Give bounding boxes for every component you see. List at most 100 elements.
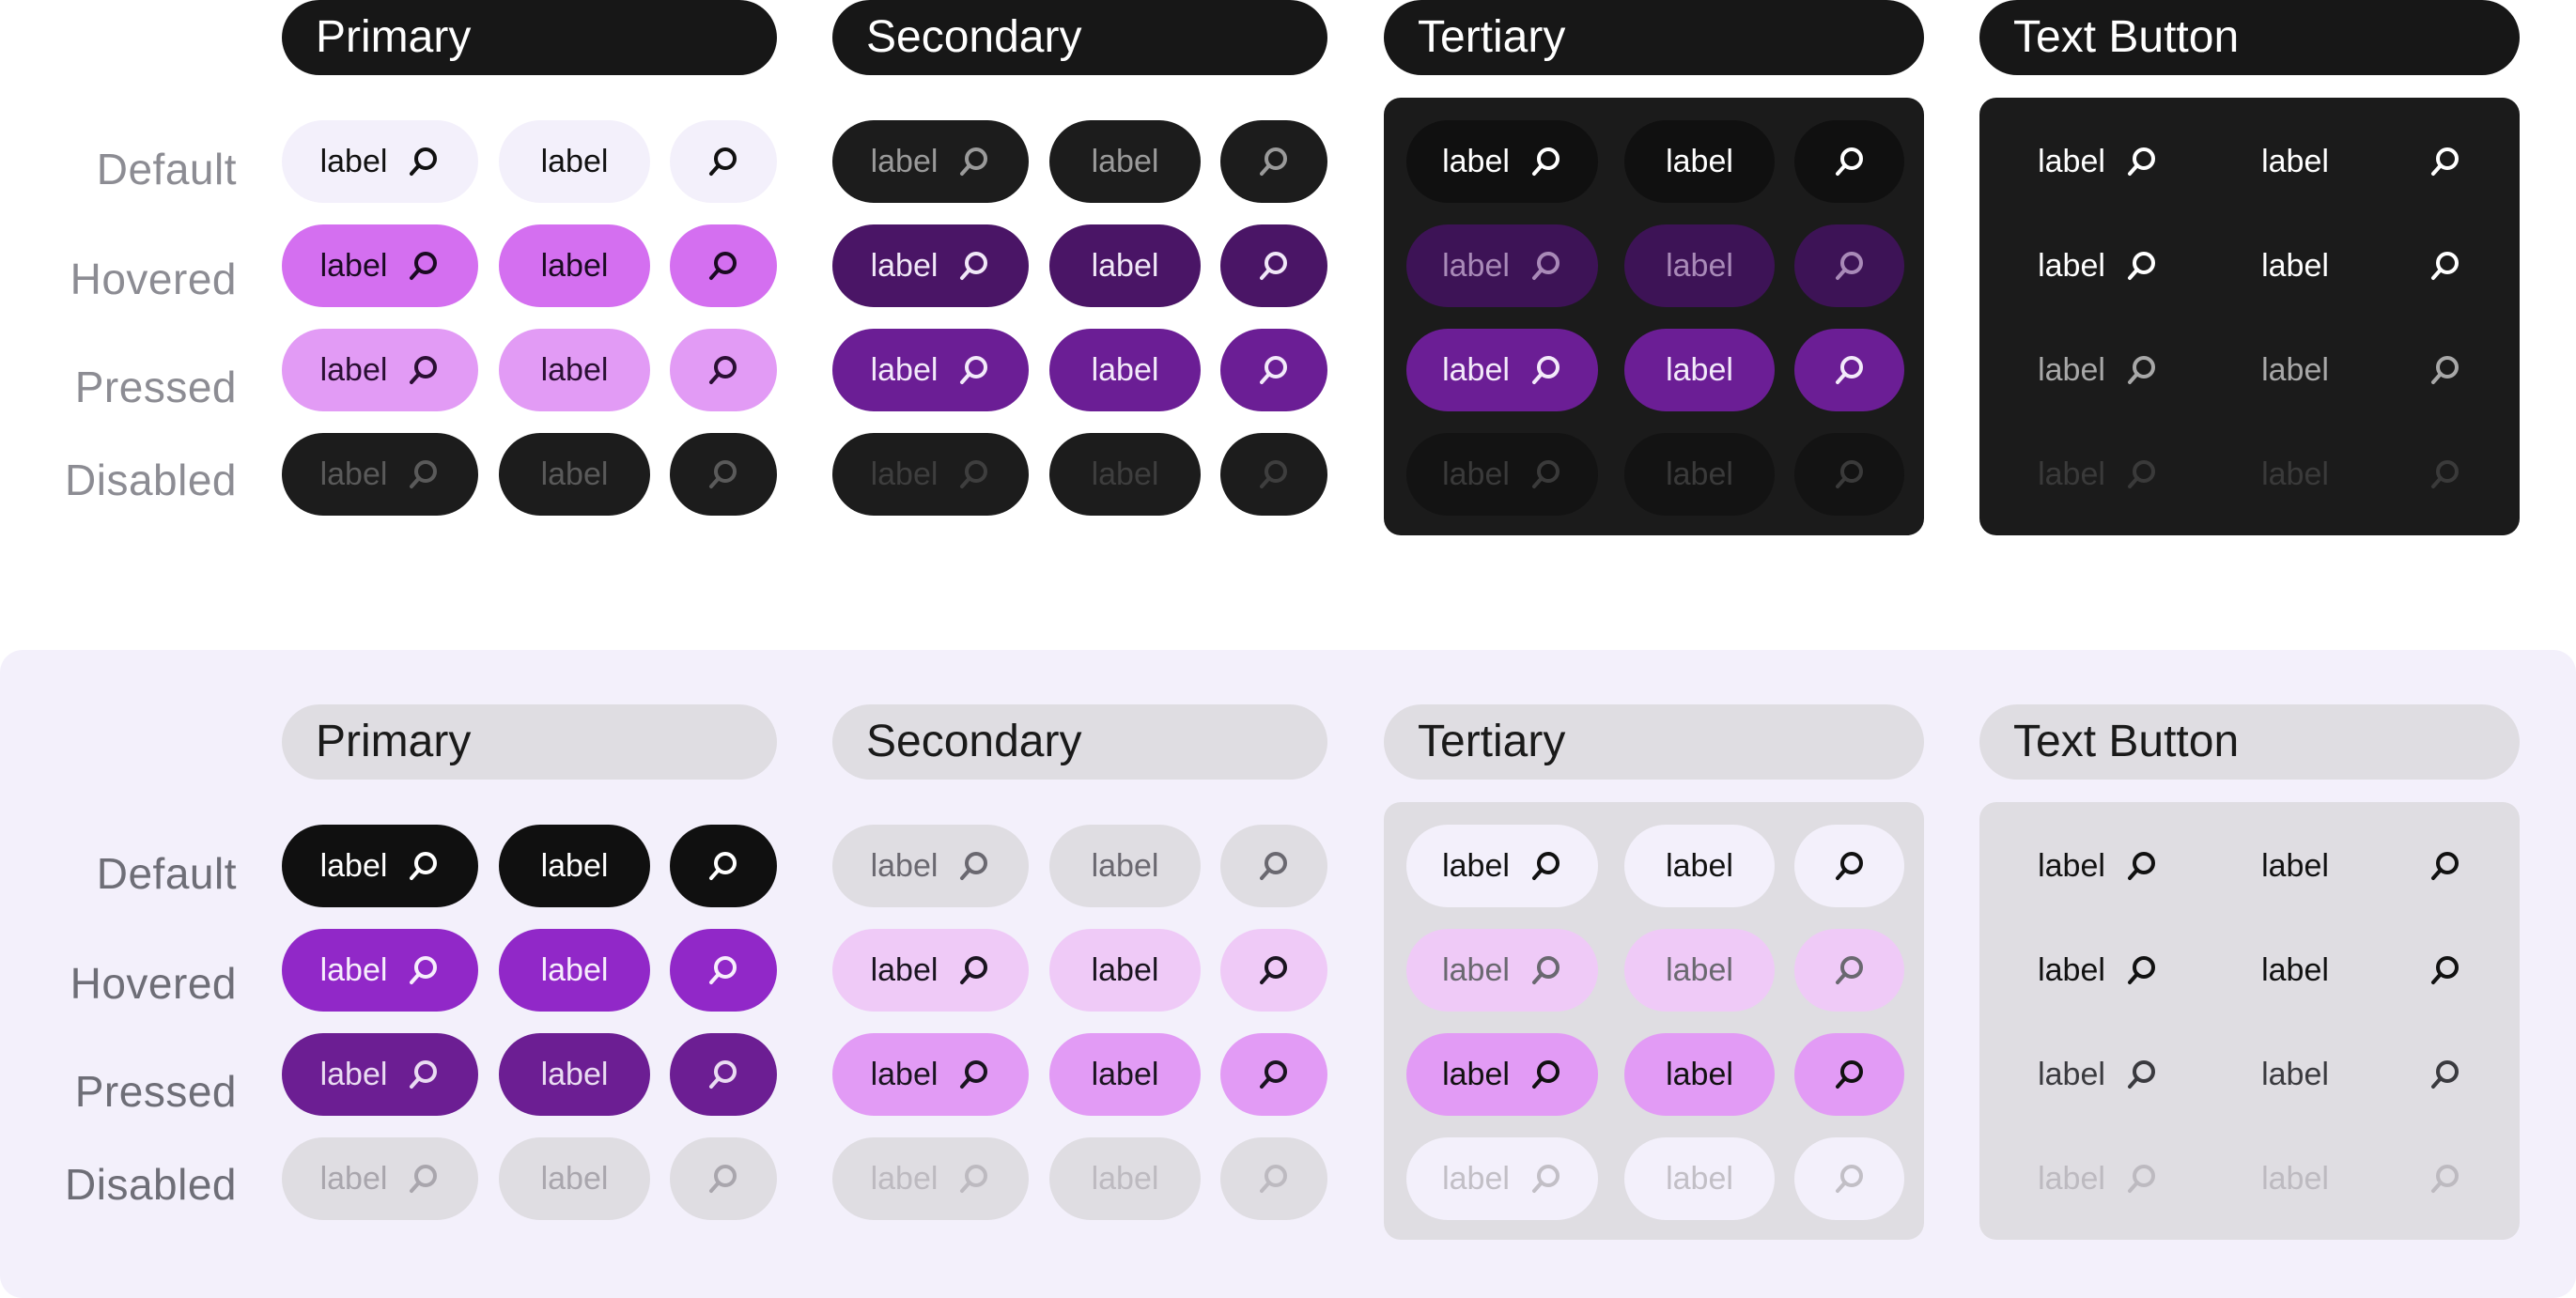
tertiary-disabled-icon-button xyxy=(1794,433,1904,516)
search-icon xyxy=(1834,1058,1866,1090)
secondary-default-icon-button[interactable] xyxy=(1220,120,1327,203)
primary-pressed-icon-button[interactable] xyxy=(670,1033,777,1116)
tertiary-pressed-icon-button[interactable] xyxy=(1794,1033,1904,1116)
tertiary-hovered-label-button[interactable]: label xyxy=(1624,224,1775,307)
button-label: label xyxy=(1666,143,1733,179)
text-button-pressed-label-icon-button[interactable]: label xyxy=(2002,1033,2194,1116)
search-icon xyxy=(707,850,739,882)
primary-pressed-label-button[interactable]: label xyxy=(499,329,650,411)
primary-hovered-icon-button[interactable] xyxy=(670,929,777,1012)
panel-light-variant: Default Hovered Pressed Disabled Primary labe… xyxy=(0,650,2576,1298)
secondary-default-icon-button[interactable] xyxy=(1220,825,1327,907)
search-icon xyxy=(958,1058,990,1090)
tertiary-default-label-button[interactable]: label xyxy=(1624,825,1775,907)
search-icon xyxy=(408,1058,440,1090)
text-button-default-label-button[interactable]: label xyxy=(2220,825,2370,907)
secondary-pressed-icon-button[interactable] xyxy=(1220,329,1327,411)
secondary-disabled-icon-button xyxy=(1220,1137,1327,1220)
secondary-default-label-icon-button[interactable]: label xyxy=(832,825,1029,907)
tertiary-hovered-icon-button[interactable] xyxy=(1794,224,1904,307)
primary-default-label-icon-button[interactable]: label xyxy=(282,825,478,907)
primary-pressed-label-icon-button[interactable]: label xyxy=(282,329,478,411)
tertiary-pressed-label-button[interactable]: label xyxy=(1624,329,1775,411)
button-label: label xyxy=(319,951,388,988)
text-button-pressed-label-icon-button[interactable]: label xyxy=(2002,329,2194,411)
primary-hovered-label-button[interactable]: label xyxy=(499,224,650,307)
tertiary-default-icon-button[interactable] xyxy=(1794,120,1904,203)
tertiary-pressed-label-button[interactable]: label xyxy=(1624,1033,1775,1116)
secondary-disabled-label-button: label xyxy=(1049,1137,1201,1220)
primary-default-label-button[interactable]: label xyxy=(499,120,650,203)
button-label: label xyxy=(1442,1056,1510,1092)
primary-hovered-icon-button[interactable] xyxy=(670,224,777,307)
search-icon xyxy=(2429,354,2461,386)
text-button-hovered-label-icon-button[interactable]: label xyxy=(2002,929,2194,1012)
secondary-hovered-label-button[interactable]: label xyxy=(1049,224,1201,307)
search-icon xyxy=(707,1163,739,1195)
text-button-pressed-label-button[interactable]: label xyxy=(2220,1033,2370,1116)
tertiary-hovered-icon-button[interactable] xyxy=(1794,929,1904,1012)
button-label: label xyxy=(319,351,388,388)
tertiary-pressed-label-icon-button[interactable]: label xyxy=(1406,329,1598,411)
tertiary-default-label-button[interactable]: label xyxy=(1624,120,1775,203)
secondary-pressed-label-button[interactable]: label xyxy=(1049,1033,1201,1116)
button-label: label xyxy=(2038,247,2105,284)
primary-default-label-button[interactable]: label xyxy=(499,825,650,907)
text-button-pressed-label-button[interactable]: label xyxy=(2220,329,2370,411)
text-button-default-icon-button[interactable] xyxy=(2390,825,2500,907)
secondary-hovered-label-icon-button[interactable]: label xyxy=(832,224,1029,307)
button-label: label xyxy=(870,247,939,284)
tertiary-hovered-label-icon-button[interactable]: label xyxy=(1406,929,1598,1012)
secondary-pressed-label-icon-button[interactable]: label xyxy=(832,329,1029,411)
primary-pressed-label-button[interactable]: label xyxy=(499,1033,650,1116)
secondary-hovered-label-icon-button[interactable]: label xyxy=(832,929,1029,1012)
primary-default-icon-button[interactable] xyxy=(670,825,777,907)
text-button-default-icon-button[interactable] xyxy=(2390,120,2500,203)
text-button-hovered-icon-button[interactable] xyxy=(2390,224,2500,307)
primary-pressed-label-icon-button[interactable]: label xyxy=(282,1033,478,1116)
tertiary-default-label-icon-button[interactable]: label xyxy=(1406,825,1598,907)
tertiary-default-icon-button[interactable] xyxy=(1794,825,1904,907)
text-button-hovered-label-icon-button[interactable]: label xyxy=(2002,224,2194,307)
text-button-hovered-label-button[interactable]: label xyxy=(2220,929,2370,1012)
primary-hovered-label-icon-button[interactable]: label xyxy=(282,929,478,1012)
search-icon xyxy=(707,1058,739,1090)
primary-hovered-label-button[interactable]: label xyxy=(499,929,650,1012)
button-label: label xyxy=(319,847,388,884)
tertiary-hovered-label-icon-button[interactable]: label xyxy=(1406,224,1598,307)
secondary-default-label-button[interactable]: label xyxy=(1049,825,1201,907)
text-button-hovered-icon-button[interactable] xyxy=(2390,929,2500,1012)
secondary-pressed-label-icon-button[interactable]: label xyxy=(832,1033,1029,1116)
button-label: label xyxy=(540,1160,609,1197)
secondary-hovered-icon-button[interactable] xyxy=(1220,224,1327,307)
text-button-pressed-icon-button[interactable] xyxy=(2390,329,2500,411)
secondary-default-label-icon-button[interactable]: label xyxy=(832,120,1029,203)
tertiary-pressed-icon-button[interactable] xyxy=(1794,329,1904,411)
text-button-hovered-label-button[interactable]: label xyxy=(2220,224,2370,307)
button-label: label xyxy=(2038,456,2105,492)
secondary-hovered-label-button[interactable]: label xyxy=(1049,929,1201,1012)
tertiary-pressed-label-icon-button[interactable]: label xyxy=(1406,1033,1598,1116)
tertiary-hovered-label-button[interactable]: label xyxy=(1624,929,1775,1012)
text-button-default-label-icon-button[interactable]: label xyxy=(2002,825,2194,907)
secondary-disabled-label-button: label xyxy=(1049,433,1201,516)
search-icon xyxy=(408,1163,440,1195)
secondary-hovered-icon-button[interactable] xyxy=(1220,929,1327,1012)
primary-pressed-icon-button[interactable] xyxy=(670,329,777,411)
tertiary-default-label-icon-button[interactable]: label xyxy=(1406,120,1598,203)
secondary-default-label-button[interactable]: label xyxy=(1049,120,1201,203)
search-icon xyxy=(2429,954,2461,986)
tertiary-disabled-label-icon-button: label xyxy=(1406,1137,1598,1220)
button-label: label xyxy=(870,351,939,388)
search-icon xyxy=(408,354,440,386)
secondary-pressed-icon-button[interactable] xyxy=(1220,1033,1327,1116)
primary-disabled-label-button: label xyxy=(499,433,650,516)
button-label: label xyxy=(1442,1160,1510,1197)
primary-hovered-label-icon-button[interactable]: label xyxy=(282,224,478,307)
secondary-pressed-label-button[interactable]: label xyxy=(1049,329,1201,411)
primary-default-icon-button[interactable] xyxy=(670,120,777,203)
text-button-default-label-button[interactable]: label xyxy=(2220,120,2370,203)
primary-default-label-icon-button[interactable]: label xyxy=(282,120,478,203)
text-button-pressed-icon-button[interactable] xyxy=(2390,1033,2500,1116)
text-button-default-label-icon-button[interactable]: label xyxy=(2002,120,2194,203)
